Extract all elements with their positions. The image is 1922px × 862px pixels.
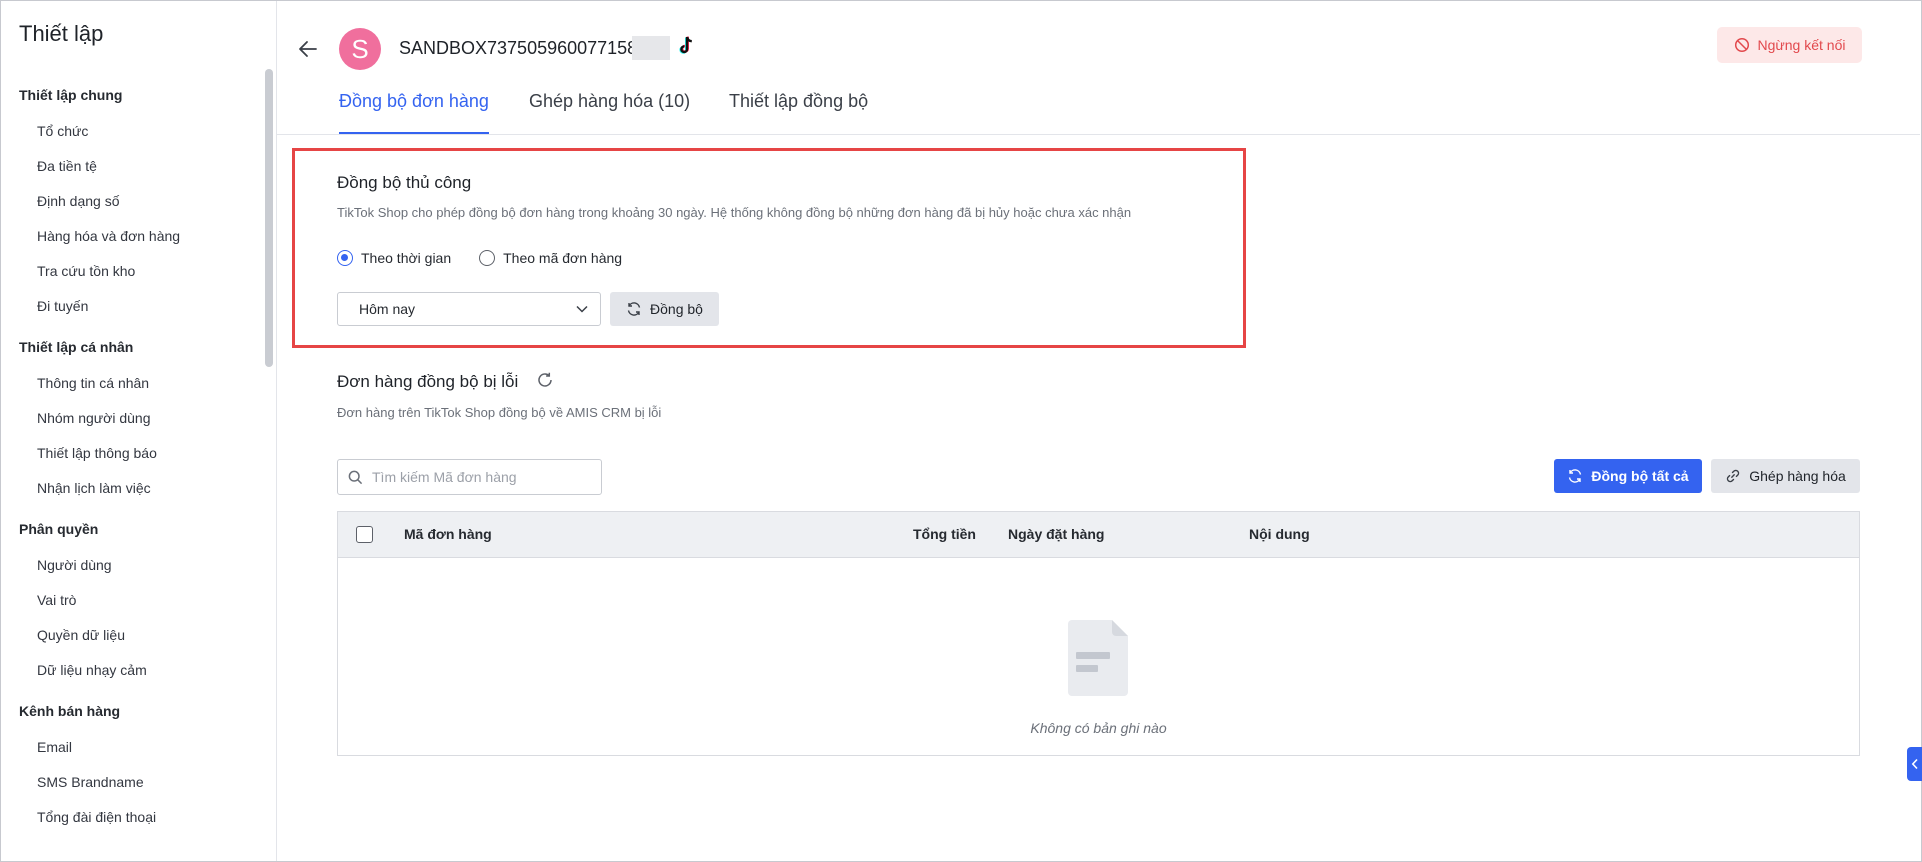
sync-button-label: Đồng bộ: [650, 301, 703, 317]
refresh-icon[interactable]: [536, 371, 554, 389]
sidebar-item-routing[interactable]: Đi tuyến: [1, 288, 263, 323]
chevron-left-icon: [1911, 758, 1918, 770]
sidebar-item-personal-info[interactable]: Thông tin cá nhân: [1, 365, 263, 400]
tab-bar: Đồng bộ đơn hàng Ghép hàng hóa (10) Thiế…: [277, 83, 1920, 135]
manual-sync-description: TikTok Shop cho phép đồng bộ đơn hàng tr…: [337, 205, 1132, 220]
period-select-value: Hôm nay: [359, 301, 416, 317]
sidebar-group-sales-channels: Kênh bán hàng: [19, 703, 121, 719]
disconnect-label: Ngừng kết nối: [1757, 37, 1846, 53]
select-all-checkbox[interactable]: [356, 526, 373, 543]
order-search-box[interactable]: [337, 459, 602, 495]
sync-all-button[interactable]: Đồng bộ tất cả: [1554, 459, 1702, 493]
column-total: Tổng tiền: [913, 526, 976, 542]
search-icon: [348, 470, 363, 484]
period-select[interactable]: Hôm nay: [337, 292, 601, 326]
column-content: Nội dung: [1249, 526, 1310, 542]
sidebar-item-sensitive-data[interactable]: Dữ liệu nhạy cảm: [1, 652, 263, 687]
empty-document-icon: [1068, 620, 1128, 696]
sidebar-item-user-groups[interactable]: Nhóm người dùng: [1, 400, 263, 435]
sidebar-item-data-permissions[interactable]: Quyền dữ liệu: [1, 617, 263, 652]
sidebar-group-personal: Thiết lập cá nhân: [19, 339, 134, 355]
tiktok-icon: [679, 36, 692, 54]
sidebar-item-sms-brandname[interactable]: SMS Brandname: [1, 764, 263, 799]
radio-checked-icon: [337, 250, 353, 266]
shop-avatar: S: [339, 28, 381, 70]
tab-sync-settings[interactable]: Thiết lập đồng bộ: [729, 91, 868, 132]
sidebar-item-call-center[interactable]: Tổng đài điện thoại: [1, 799, 263, 834]
manual-sync-title: Đồng bộ thủ công: [337, 173, 472, 192]
redacted-text: [632, 36, 670, 60]
tab-product-matching[interactable]: Ghép hàng hóa (10): [529, 91, 690, 132]
order-search-input[interactable]: [370, 468, 584, 486]
link-icon: [1727, 469, 1740, 483]
sidebar-item-email[interactable]: Email: [1, 729, 263, 764]
column-order-code: Mã đơn hàng: [404, 526, 492, 542]
chevron-down-icon: [576, 305, 588, 313]
sidebar-menu: Thiết lập chung Tổ chức Đa tiền tệ Định …: [1, 77, 263, 834]
radio-by-time-label: Theo thời gian: [361, 250, 452, 266]
shop-name: SANDBOX737505960077158: [399, 38, 638, 58]
sidebar-item-products-orders[interactable]: Hàng hóa và đơn hàng: [1, 218, 263, 253]
sidebar-item-work-schedule[interactable]: Nhận lịch làm việc: [1, 470, 263, 505]
sidebar-item-number-format[interactable]: Định dạng số: [1, 183, 263, 218]
empty-state-text: Không có bản ghi nào: [1030, 720, 1167, 736]
radio-by-order-label: Theo mã đơn hàng: [503, 250, 623, 266]
sidebar-item-roles[interactable]: Vai trò: [1, 582, 263, 617]
refresh-icon: [627, 302, 641, 316]
block-icon: [1734, 37, 1749, 53]
settings-sidebar: Thiết lập Thiết lập chung Tổ chức Đa tiề…: [1, 1, 277, 861]
expand-panel-tab[interactable]: [1907, 747, 1922, 781]
sidebar-title: Thiết lập: [19, 21, 104, 46]
disconnect-button[interactable]: Ngừng kết nối: [1717, 27, 1862, 63]
radio-by-order-code[interactable]: Theo mã đơn hàng: [479, 250, 622, 266]
sidebar-group-general: Thiết lập chung: [19, 87, 123, 103]
back-arrow-icon[interactable]: [296, 37, 320, 61]
error-orders-title: Đơn hàng đồng bộ bị lỗi: [337, 372, 519, 391]
sync-mode-radio-group: Theo thời gian Theo mã đơn hàng: [337, 250, 622, 266]
sidebar-item-notification-settings[interactable]: Thiết lập thông báo: [1, 435, 263, 470]
column-order-date: Ngày đặt hàng: [1008, 526, 1105, 542]
sync-all-label: Đồng bộ tất cả: [1591, 468, 1689, 484]
sidebar-item-multi-currency[interactable]: Đa tiền tệ: [1, 148, 263, 183]
match-products-button[interactable]: Ghép hàng hóa: [1711, 459, 1860, 493]
sidebar-item-organization[interactable]: Tổ chức: [1, 113, 263, 148]
sidebar-scrollbar[interactable]: [265, 69, 273, 367]
error-orders-description: Đơn hàng trên TikTok Shop đồng bộ về AMI…: [337, 405, 662, 420]
sync-button[interactable]: Đồng bộ: [610, 292, 719, 326]
match-products-label: Ghép hàng hóa: [1749, 468, 1846, 484]
error-orders-table: Mã đơn hàng Tổng tiền Ngày đặt hàng Nội …: [337, 511, 1860, 756]
radio-by-time[interactable]: Theo thời gian: [337, 250, 451, 266]
table-header: Mã đơn hàng Tổng tiền Ngày đặt hàng Nội …: [338, 512, 1859, 558]
sidebar-group-permissions: Phân quyền: [19, 521, 99, 537]
radio-unchecked-icon: [479, 250, 496, 266]
main-content: S SANDBOX737505960077158 Ngừng kết nối Đ…: [277, 1, 1922, 862]
sidebar-item-inventory-lookup[interactable]: Tra cứu tồn kho: [1, 253, 263, 288]
tab-order-sync[interactable]: Đồng bộ đơn hàng: [339, 91, 489, 134]
sidebar-item-users[interactable]: Người dùng: [1, 547, 263, 582]
refresh-icon: [1569, 469, 1582, 483]
